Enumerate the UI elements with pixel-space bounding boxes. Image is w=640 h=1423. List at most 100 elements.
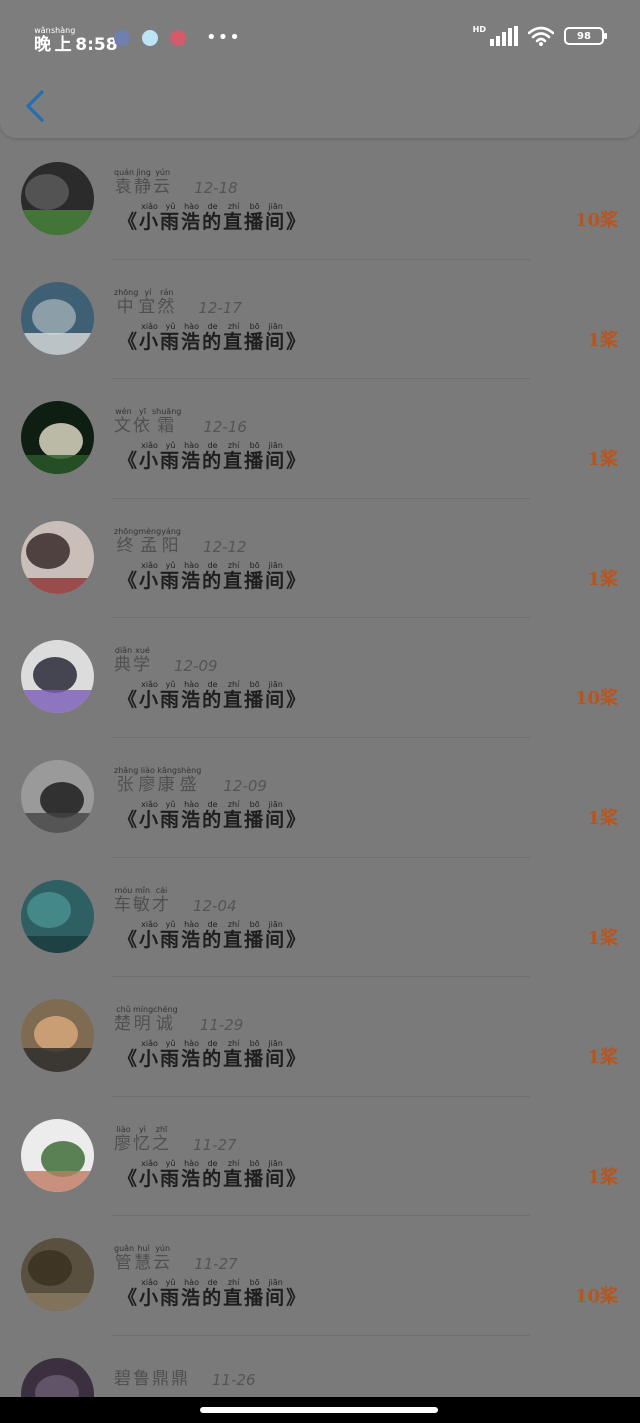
char-with-pinyin: 小xiǎo xyxy=(139,919,161,951)
pinyin: zhí xyxy=(223,321,245,331)
char-with-pinyin: 才cái xyxy=(152,885,171,915)
avatar[interactable] xyxy=(21,281,94,355)
title-open-bracket: 《 xyxy=(118,689,140,712)
pinyin: bō xyxy=(244,680,266,690)
pinyin: jiān xyxy=(265,202,287,211)
list-item[interactable]: 文wén依yī霜shuāng 12-16 《小xiǎo雨yǔ浩hào的de直zhí播… xyxy=(0,379,640,499)
pinyin: zhí xyxy=(223,560,245,570)
avatar[interactable] xyxy=(21,162,94,235)
pinyin: wén xyxy=(114,407,133,417)
char-with-pinyin: 鼎 xyxy=(171,1368,190,1389)
char-with-pinyin: 的de xyxy=(202,1278,224,1310)
char-with-pinyin: 忆yì xyxy=(133,1124,152,1154)
pinyin: yǔ xyxy=(160,441,182,451)
user-name: 张zhāng廖liào康kāng盛shèng xyxy=(114,766,201,795)
list-item[interactable]: 张zhāng廖liào康kāng盛shèng 12-09 《小xiǎo雨yǔ浩hào… xyxy=(0,738,640,858)
pinyin: shàng xyxy=(51,26,76,35)
char-with-pinyin: 之zhī xyxy=(152,1124,171,1154)
pinyin: yǔ xyxy=(160,1039,182,1049)
char-with-pinyin: 雨yǔ xyxy=(160,680,182,712)
name-line: 楚chǔ明míng诚chéng 11-29 xyxy=(114,1005,243,1034)
list-item[interactable]: 车móu敏mǐn才cái 12-04 《小xiǎo雨yǔ浩hào的de直zhí播bō… xyxy=(0,858,640,978)
back-button[interactable] xyxy=(20,86,50,126)
char-with-pinyin: 上shàng xyxy=(51,26,76,55)
char-with-pinyin: 晚wǎn xyxy=(34,26,51,55)
char-with-pinyin: 的de xyxy=(202,1158,224,1190)
pinyin: de xyxy=(202,441,224,451)
list-item[interactable]: 袁quán静jìng云yún 12-18 《小xiǎo雨yǔ浩hào的de直zhí播… xyxy=(0,140,640,260)
list-item[interactable]: 廖liào忆yì之zhī 11-27 《小xiǎo雨yǔ浩hào的de直zhí播bō… xyxy=(0,1097,640,1217)
avatar[interactable] xyxy=(21,1238,94,1312)
avatar[interactable] xyxy=(21,401,94,475)
list-item[interactable]: 中zhōng宜yí然rán 12-17 《小xiǎo雨yǔ浩hào的de直zhí播b… xyxy=(0,260,640,380)
room-title: 《小xiǎo雨yǔ浩hào的de直zhí播bō间jiān》 xyxy=(118,441,307,473)
list-item[interactable]: 典diǎn学xué 12-09 《小xiǎo雨yǔ浩hào的de直zhí播bō间ji… xyxy=(0,618,640,738)
pinyin: chéng xyxy=(153,1005,178,1015)
char-with-pinyin: 浩hào xyxy=(181,680,203,712)
gift-count: 1桨 xyxy=(587,329,618,351)
user-name: 廖liào忆yì之zhī xyxy=(114,1125,171,1154)
record-date: 12-16 xyxy=(203,418,247,437)
pinyin: xiǎo xyxy=(139,441,161,451)
char-with-pinyin: 播bō xyxy=(244,919,266,951)
name-line: 张zhāng廖liào康kāng盛shèng 12-09 xyxy=(114,766,267,795)
record-date: 12-09 xyxy=(174,657,218,676)
list-item[interactable]: 管guǎn慧huì云yún 11-27 《小xiǎo雨yǔ浩hào的de直zhí播b… xyxy=(0,1216,640,1336)
pinyin: móu xyxy=(114,885,133,895)
status-indicators: HD 98 xyxy=(473,26,607,46)
list-item[interactable]: 楚chǔ明míng诚chéng 11-29 《小xiǎo雨yǔ浩hào的de直zhí… xyxy=(0,977,640,1097)
char-with-pinyin: 间jiān xyxy=(265,1039,287,1071)
title-close-bracket: 》 xyxy=(286,450,308,473)
char-with-pinyin: 小xiǎo xyxy=(139,799,161,831)
char-with-pinyin: 小xiǎo xyxy=(139,1039,161,1071)
pinyin: de xyxy=(202,1278,224,1288)
gift-count: 10桨 xyxy=(574,210,618,231)
name-line: 袁quán静jìng云yún 12-18 xyxy=(114,168,238,197)
avatar[interactable] xyxy=(21,1118,94,1192)
title-open-bracket: 《 xyxy=(118,928,140,951)
avatar[interactable] xyxy=(21,999,94,1073)
char-with-pinyin: 直zhí xyxy=(223,321,245,353)
pinyin: bō xyxy=(244,1278,266,1288)
list-item[interactable]: 终zhōng孟mèng阳yáng 12-12 《小xiǎo雨yǔ浩hào的de直zh… xyxy=(0,499,640,619)
title-close-bracket: 》 xyxy=(286,808,308,831)
pinyin: hào xyxy=(181,1039,203,1049)
pinyin: yǔ xyxy=(160,321,182,331)
char-with-pinyin: 袁quán xyxy=(114,168,135,197)
pinyin: yì xyxy=(133,1124,152,1134)
gift-count: 10桨 xyxy=(574,688,618,710)
avatar[interactable] xyxy=(21,520,94,594)
pinyin: zhí xyxy=(223,680,245,690)
pinyin: bō xyxy=(244,1039,266,1049)
char-with-pinyin: 直zhí xyxy=(223,1039,245,1071)
char-with-pinyin: 敏mǐn xyxy=(133,885,152,915)
avatar[interactable] xyxy=(21,640,94,714)
avatar[interactable] xyxy=(21,759,94,833)
char-with-pinyin: 间jiān xyxy=(265,680,287,712)
char-with-pinyin: 浩hào xyxy=(181,1278,203,1310)
char-with-pinyin: 间jiān xyxy=(265,441,287,473)
pinyin: rán xyxy=(157,287,177,297)
char-with-pinyin: 间jiān xyxy=(265,202,287,233)
pinyin: yǔ xyxy=(160,680,182,690)
pinyin: bō xyxy=(244,1158,266,1168)
char-with-pinyin: 小xiǎo xyxy=(139,321,161,353)
pinyin: xiǎo xyxy=(139,560,161,570)
char-with-pinyin: 小xiǎo xyxy=(139,680,161,712)
char-with-pinyin: 楚chǔ xyxy=(114,1005,133,1035)
title-open-bracket: 《 xyxy=(118,450,140,473)
pinyin: shuāng xyxy=(152,407,182,417)
char-with-pinyin: 播bō xyxy=(244,1039,266,1071)
home-indicator[interactable] xyxy=(200,1407,438,1413)
user-name: 终zhōng孟mèng阳yáng xyxy=(114,527,181,556)
pinyin: de xyxy=(202,202,224,211)
pinyin: yǔ xyxy=(160,1158,182,1168)
name-line: 典diǎn学xué 12-09 xyxy=(114,646,218,675)
name-line: 管guǎn慧huì云yún 11-27 xyxy=(114,1244,238,1273)
record-date: 12-04 xyxy=(193,896,237,915)
title-open-bracket: 《 xyxy=(118,808,140,831)
char-with-pinyin: 浩hào xyxy=(181,1039,203,1071)
notification-app-icon xyxy=(114,30,130,46)
char-with-pinyin: 浩hào xyxy=(181,560,203,592)
avatar[interactable] xyxy=(21,879,94,953)
